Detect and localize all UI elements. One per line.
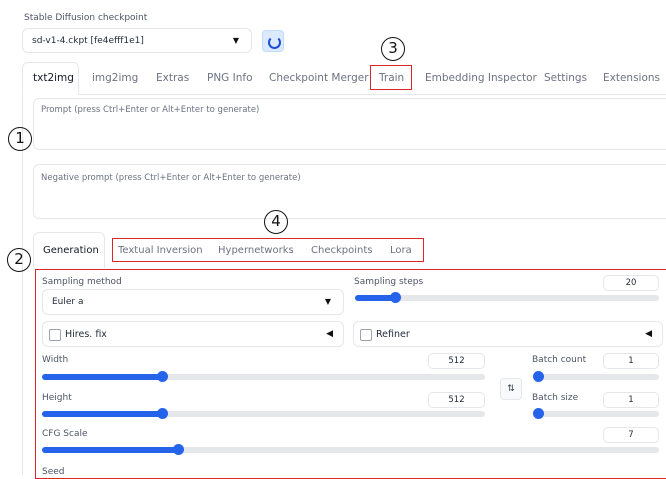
seed-label: Seed bbox=[42, 467, 65, 477]
height-label: Height bbox=[42, 393, 72, 403]
prompt-textarea[interactable]: Prompt (press Ctrl+Enter or Alt+Enter to… bbox=[33, 98, 666, 150]
hires-fix-accordion[interactable]: Hires. fix ◀ bbox=[42, 321, 344, 347]
tab-divider bbox=[22, 94, 666, 95]
annotation-4: 4 bbox=[264, 210, 288, 234]
batch-size-label: Batch size bbox=[532, 393, 579, 403]
tab-settings[interactable]: Settings bbox=[544, 72, 587, 84]
width-slider[interactable] bbox=[42, 371, 485, 382]
train-highlight-box bbox=[370, 65, 412, 90]
batch-count-slider[interactable] bbox=[533, 371, 659, 382]
slider-thumb[interactable] bbox=[156, 371, 168, 382]
annotation-1: 1 bbox=[8, 127, 32, 151]
sampling-steps-label: Sampling steps bbox=[354, 277, 424, 287]
cfg-scale-slider[interactable] bbox=[42, 444, 659, 455]
collapse-triangle-icon[interactable]: ◀ bbox=[326, 329, 333, 339]
sampling-steps-input[interactable]: 20 bbox=[603, 275, 659, 291]
slider-thumb[interactable] bbox=[156, 408, 168, 419]
sampling-method-select[interactable]: Euler a ▼ bbox=[42, 289, 344, 315]
prompt-placeholder: Prompt (press Ctrl+Enter or Alt+Enter to… bbox=[41, 105, 260, 115]
sampling-method-value: Euler a bbox=[52, 297, 84, 307]
tab-extras[interactable]: Extras bbox=[156, 72, 189, 84]
slider-thumb[interactable] bbox=[533, 408, 544, 419]
batch-count-label: Batch count bbox=[532, 355, 587, 365]
refiner-checkbox[interactable] bbox=[360, 329, 372, 341]
slider-fill bbox=[42, 374, 162, 380]
cfg-scale-input[interactable]: 7 bbox=[603, 427, 659, 443]
tab-generation[interactable]: Generation bbox=[43, 245, 99, 256]
batch-count-input[interactable]: 1 bbox=[603, 353, 659, 369]
slider-thumb[interactable] bbox=[172, 444, 184, 455]
negative-prompt-textarea[interactable]: Negative prompt (press Ctrl+Enter or Alt… bbox=[33, 164, 666, 219]
chevron-down-icon: ▼ bbox=[232, 36, 239, 45]
width-label: Width bbox=[42, 355, 69, 365]
annotation-2: 2 bbox=[7, 248, 31, 272]
tab-checkpoint-merger[interactable]: Checkpoint Merger bbox=[269, 72, 369, 84]
height-input[interactable]: 512 bbox=[428, 392, 485, 408]
height-slider[interactable] bbox=[42, 408, 485, 419]
cfg-scale-label: CFG Scale bbox=[42, 429, 88, 439]
sampling-steps-slider[interactable] bbox=[355, 292, 659, 303]
negative-prompt-placeholder: Negative prompt (press Ctrl+Enter or Alt… bbox=[41, 173, 301, 183]
refiner-label: Refiner bbox=[376, 329, 410, 340]
slider-thumb[interactable] bbox=[389, 292, 401, 303]
swap-arrows-icon[interactable]: ⇅ bbox=[500, 378, 522, 400]
batch-size-slider[interactable] bbox=[533, 408, 659, 419]
slider-fill bbox=[42, 447, 178, 453]
hires-fix-label: Hires. fix bbox=[65, 329, 107, 340]
refresh-icon[interactable] bbox=[262, 30, 284, 52]
tab-txt2img[interactable]: txt2img bbox=[33, 72, 74, 84]
content-border bbox=[22, 95, 23, 475]
sampling-method-label: Sampling method bbox=[42, 277, 122, 287]
annotation-3: 3 bbox=[381, 37, 405, 61]
tab-img2img[interactable]: img2img bbox=[92, 72, 138, 84]
checkpoint-select[interactable]: sd-v1-4.ckpt [fe4efff1e1] ▼ bbox=[22, 28, 252, 53]
tab-png-info[interactable]: PNG Info bbox=[207, 72, 253, 84]
subtabs-highlight-box bbox=[112, 238, 424, 262]
slider-fill bbox=[42, 411, 162, 417]
slider-thumb[interactable] bbox=[533, 371, 544, 382]
hires-fix-checkbox[interactable] bbox=[49, 329, 61, 341]
checkpoint-value: sd-v1-4.ckpt [fe4efff1e1] bbox=[32, 36, 144, 46]
refiner-accordion[interactable]: Refiner ◀ bbox=[353, 321, 663, 347]
tab-extensions[interactable]: Extensions bbox=[603, 72, 660, 84]
chevron-down-icon: ▼ bbox=[324, 297, 331, 306]
batch-size-input[interactable]: 1 bbox=[603, 392, 659, 408]
tab-embedding-inspector[interactable]: Embedding Inspector bbox=[425, 72, 537, 84]
width-input[interactable]: 512 bbox=[428, 353, 485, 369]
checkpoint-label: Stable Diffusion checkpoint bbox=[24, 13, 148, 23]
collapse-triangle-icon[interactable]: ◀ bbox=[645, 329, 652, 339]
slider-fill bbox=[355, 295, 395, 301]
